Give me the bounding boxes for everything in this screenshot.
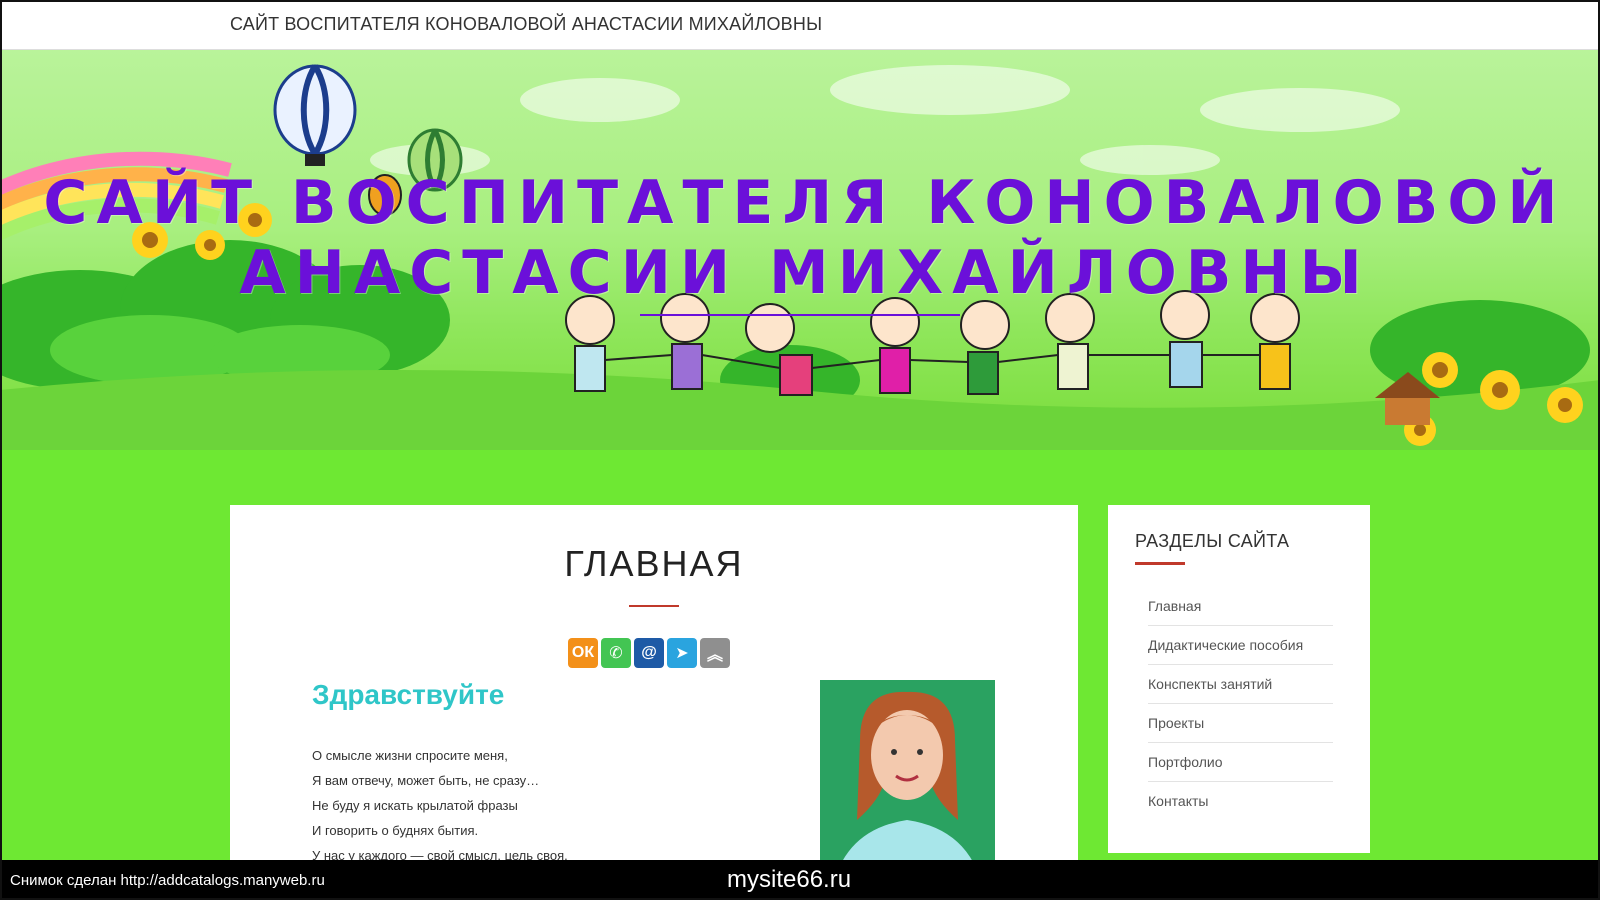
sidebar-item-portfolio[interactable]: Портфолио bbox=[1148, 743, 1333, 782]
poem-line: И говорить о буднях бытия. bbox=[312, 823, 479, 838]
sidebar-item-projects[interactable]: Проекты bbox=[1148, 704, 1333, 743]
site-domain-text: mysite66.ru bbox=[727, 866, 852, 893]
more-icon[interactable]: ︽ bbox=[700, 638, 730, 668]
sidebar-item-contacts[interactable]: Контакты bbox=[1148, 782, 1333, 820]
sidebar-heading-divider bbox=[1135, 562, 1185, 565]
sidebar-item-lesson-notes[interactable]: Конспекты занятий bbox=[1148, 665, 1333, 704]
sidebar-heading: РАЗДЕЛЫ САЙТА bbox=[1135, 531, 1290, 551]
telegram-icon[interactable]: ➤ bbox=[667, 638, 697, 668]
odnoklassniki-icon[interactable]: ОК bbox=[568, 638, 598, 668]
site-title-link[interactable]: САЙТ ВОСПИТАТЕЛЯ КОНОВАЛОВОЙ АНАСТАСИИ М… bbox=[230, 14, 822, 35]
whatsapp-glyph: ✆ bbox=[609, 645, 623, 662]
poem: О смысле жизни спросите меня, Я вам отве… bbox=[312, 743, 568, 868]
share-buttons: ОК ✆ @ ➤ ︽ bbox=[568, 638, 730, 668]
page-title: ГЛАВНАЯ bbox=[564, 543, 744, 584]
sidebar-menu: Главная Дидактические пособия Конспекты … bbox=[1148, 587, 1333, 820]
more-glyph: ︽ bbox=[706, 647, 723, 664]
poem-line: О смысле жизни спросите меня, bbox=[312, 748, 508, 763]
screenshot-source-text: Снимок сделан http://addcatalogs.manyweb… bbox=[10, 872, 325, 889]
hero-divider bbox=[640, 314, 960, 316]
hero-title-line-1: САЙТ ВОСПИТАТЕЛЯ КОНОВАЛОВОЙ bbox=[43, 168, 1567, 238]
sidebar: РАЗДЕЛЫ САЙТА Главная Дидактические посо… bbox=[1108, 505, 1370, 853]
odnoklassniki-glyph: ОК bbox=[571, 644, 595, 661]
main-content: ГЛАВНАЯ ОК ✆ @ ➤ ︽ Здравствуйте О смысле… bbox=[230, 505, 1078, 900]
telegram-glyph: ➤ bbox=[675, 645, 689, 662]
sidebar-item-main[interactable]: Главная bbox=[1148, 587, 1333, 626]
title-divider bbox=[629, 605, 679, 607]
mail-icon[interactable]: @ bbox=[634, 638, 664, 668]
mail-glyph: @ bbox=[641, 644, 657, 661]
hero-title: САЙТ ВОСПИТАТЕЛЯ КОНОВАЛОВОЙ АНАСТАСИИ М… bbox=[40, 168, 1570, 308]
whatsapp-icon[interactable]: ✆ bbox=[601, 638, 631, 668]
poem-line: Не буду я искать крылатой фразы bbox=[312, 798, 518, 813]
poem-line: Я вам отвечу, может быть, не сразу… bbox=[312, 773, 540, 788]
sidebar-item-didactic[interactable]: Дидактические пособия bbox=[1148, 626, 1333, 665]
greeting-heading: Здравствуйте bbox=[312, 679, 505, 710]
hero-banner: САЙТ ВОСПИТАТЕЛЯ КОНОВАЛОВОЙ АНАСТАСИИ М… bbox=[0, 50, 1600, 450]
screenshot-caption-bar: Снимок сделан http://addcatalogs.manyweb… bbox=[0, 860, 1600, 900]
hero-title-line-2: АНАСТАСИИ МИХАЙЛОВНЫ bbox=[239, 238, 1371, 308]
site-header: САЙТ ВОСПИТАТЕЛЯ КОНОВАЛОВОЙ АНАСТАСИИ М… bbox=[0, 0, 1600, 50]
